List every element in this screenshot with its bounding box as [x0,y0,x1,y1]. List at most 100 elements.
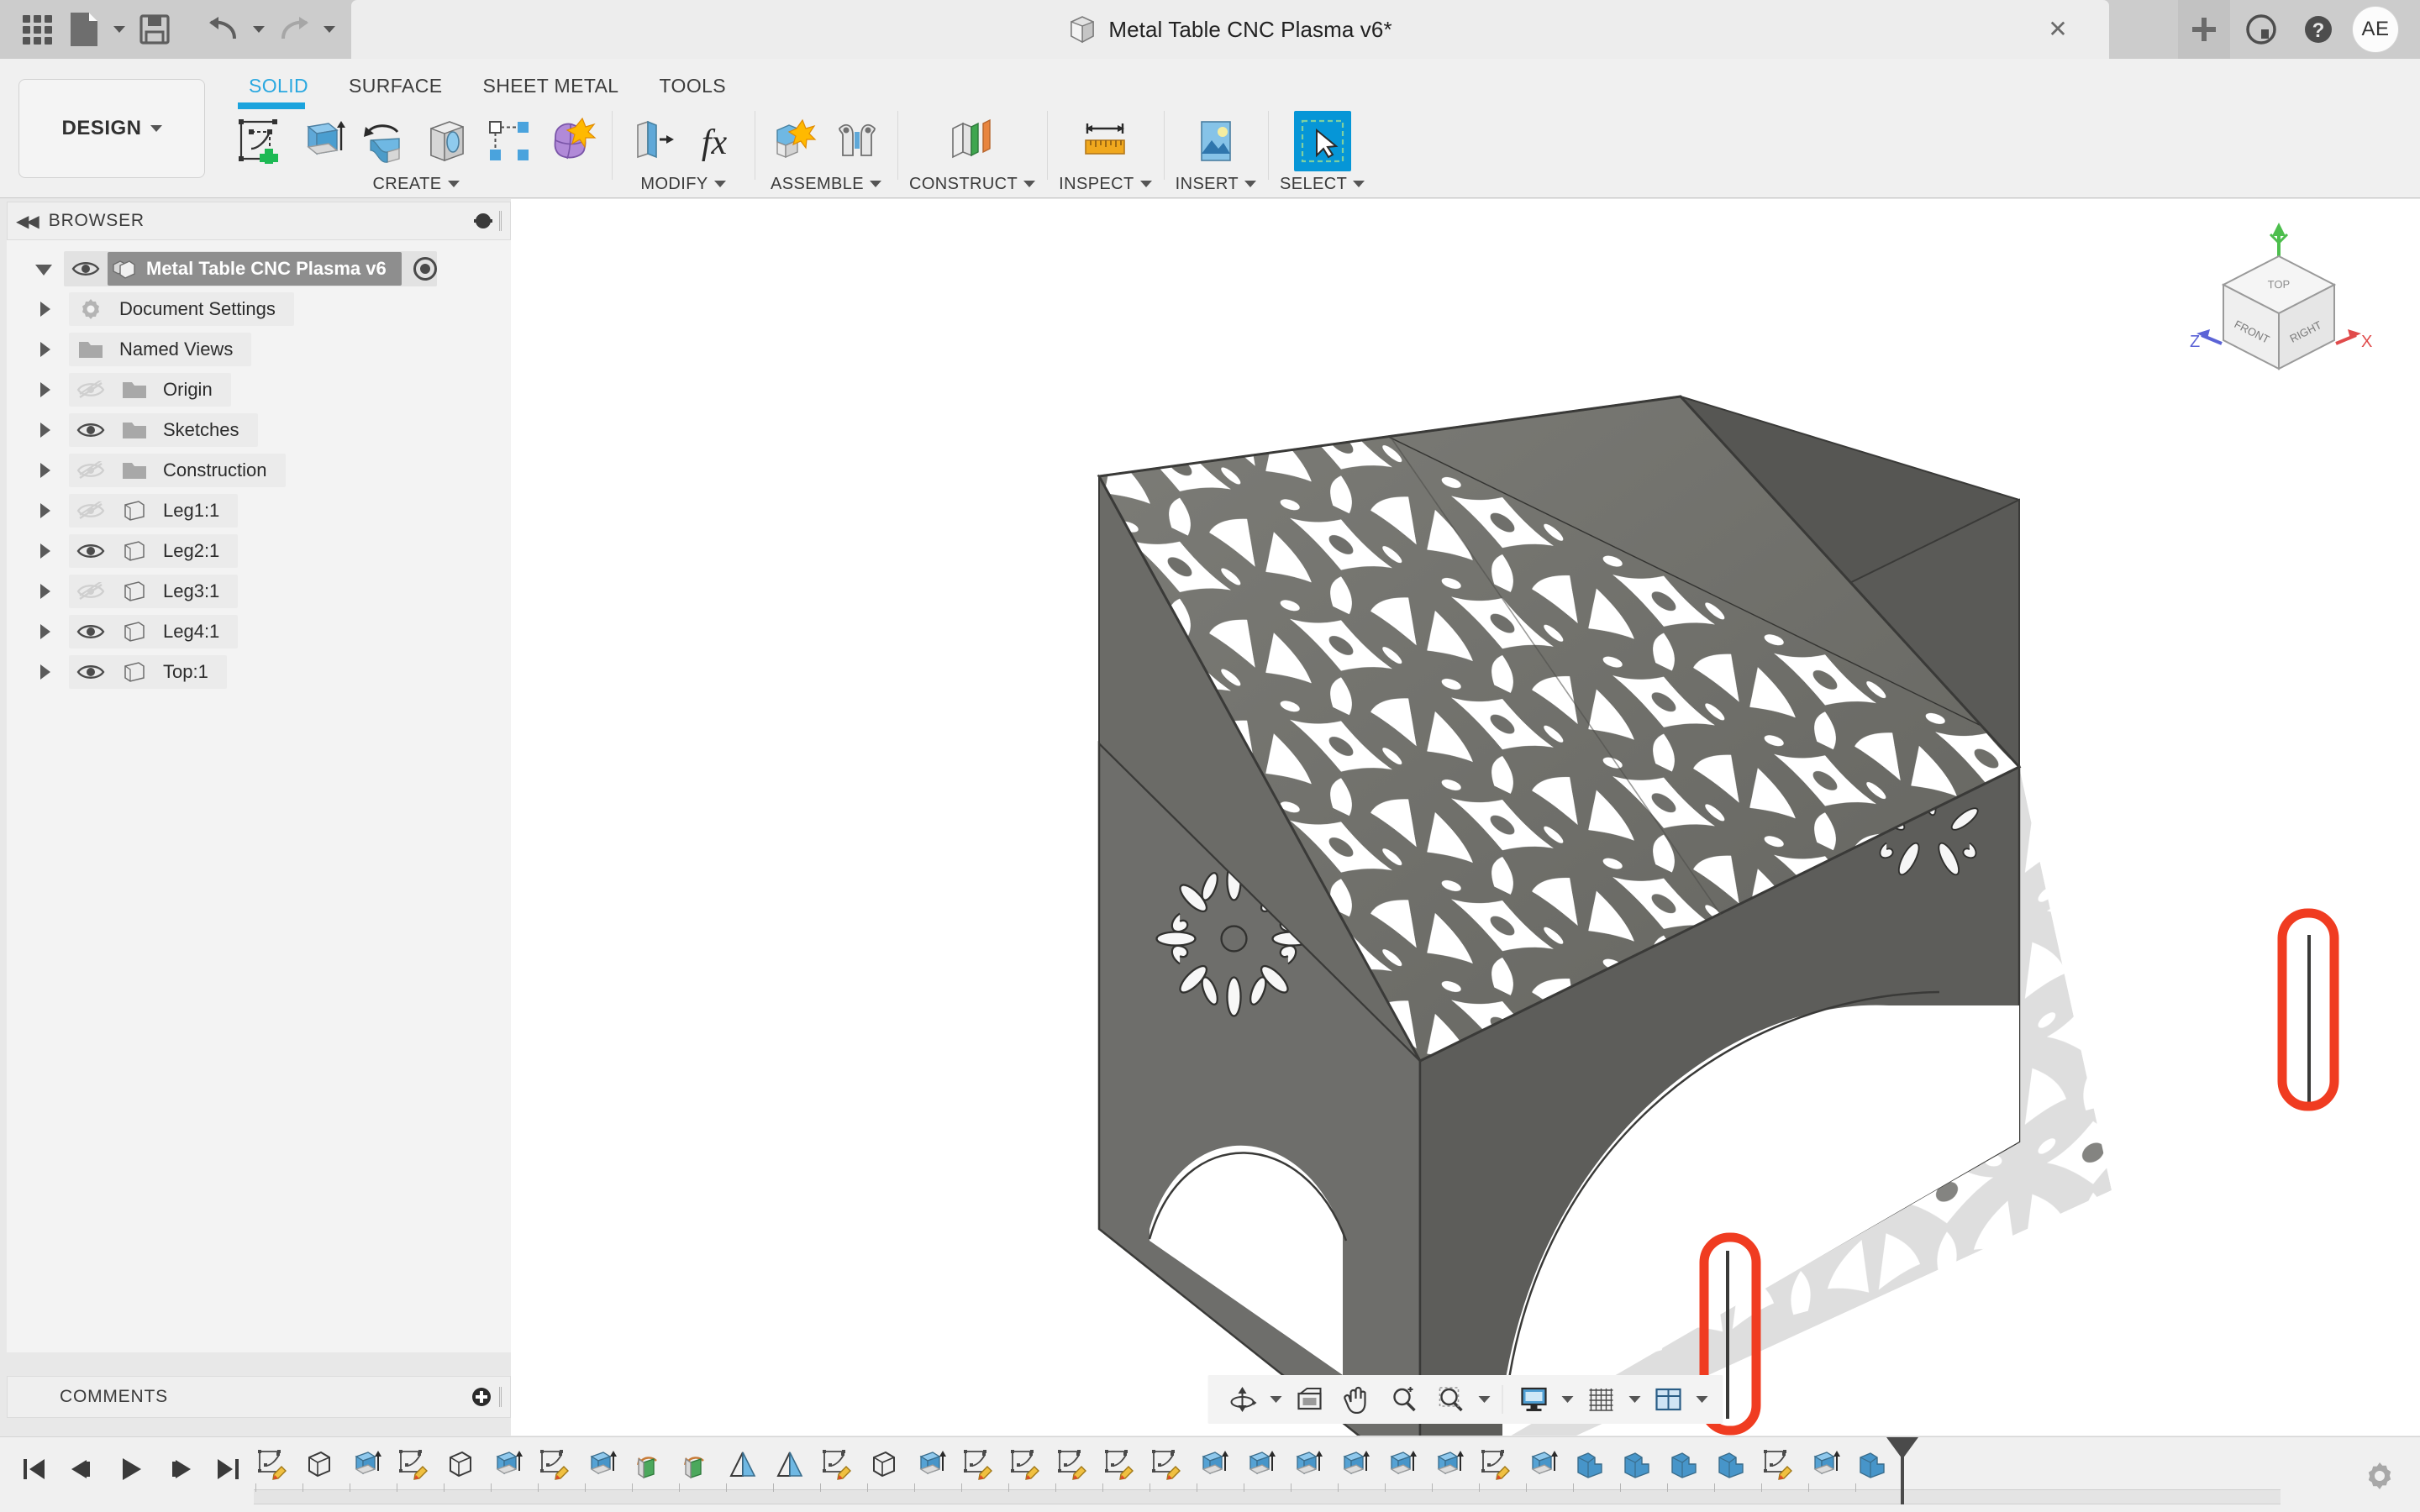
redo-icon[interactable] [272,6,316,53]
timeline-feature-sketch[interactable] [249,1442,296,1486]
timeline-feature-extrude[interactable] [1237,1442,1284,1486]
timeline-feature-extrude[interactable] [343,1442,390,1486]
timeline-track[interactable] [249,1439,2319,1509]
gear-icon[interactable] [2360,1456,2400,1496]
sidebar-item-origin[interactable]: Origin [7,370,511,410]
job-status-clock-icon[interactable] [2235,0,2287,59]
tab-surface[interactable]: SURFACE [329,67,462,104]
timeline-feature-extrude[interactable] [1802,1442,1849,1486]
timeline-feature-combine[interactable] [1660,1442,1707,1486]
timeline-feature-extrude[interactable] [1190,1442,1237,1486]
look-at-icon[interactable] [1287,1378,1333,1420]
insert-panel-label[interactable]: INSERT [1176,171,1257,197]
timeline-feature-mirror[interactable] [719,1442,766,1486]
new-tab-icon[interactable] [2178,0,2230,59]
tab-solid[interactable]: SOLID [229,67,329,104]
modify-panel-label[interactable]: MODIFY [640,171,726,197]
new-component-icon[interactable] [766,111,823,171]
sidebar-item-leg1[interactable]: Leg1:1 [7,491,511,531]
visibility-eye-off-icon[interactable] [69,461,113,480]
visibility-eye-off-icon[interactable] [69,501,113,520]
display-settings-icon[interactable] [1512,1378,1557,1420]
add-comment-icon[interactable] [472,1388,491,1406]
timeline-feature-sketch[interactable] [1143,1442,1190,1486]
visibility-eye-icon[interactable] [69,421,113,439]
timeline-feature-sketch[interactable] [531,1442,578,1486]
timeline-feature-component[interactable] [437,1442,484,1486]
expand-arrow-icon[interactable] [40,342,59,357]
step-back-icon[interactable] [62,1447,103,1491]
visibility-eye-icon[interactable] [69,663,113,681]
timeline-feature-combine[interactable] [1613,1442,1660,1486]
zoom-icon[interactable] [1381,1378,1427,1420]
timeline-feature-component[interactable] [860,1442,908,1486]
visibility-eye-off-icon[interactable] [69,582,113,601]
new-file-chevron-down-icon[interactable] [109,6,129,53]
viewports-icon[interactable] [1646,1378,1691,1420]
timeline-feature-combine[interactable] [1849,1442,1896,1486]
tab-sheet-metal[interactable]: SHEET METAL [462,67,639,104]
orbit-icon[interactable] [1220,1378,1265,1420]
visibility-eye-icon[interactable] [69,622,113,641]
joint-icon[interactable] [829,111,886,171]
create-panel-label[interactable]: CREATE [372,171,460,197]
pattern-icon[interactable] [481,111,538,171]
display-settings-chevron-down-icon[interactable] [1559,1378,1577,1420]
create-form-icon[interactable] [543,111,600,171]
save-icon[interactable] [133,6,176,53]
close-icon[interactable]: ✕ [2044,15,2072,44]
timeline-feature-sketch[interactable] [1754,1442,1802,1486]
go-to-beginning-icon[interactable] [13,1447,54,1491]
fit-chevron-down-icon[interactable] [1476,1378,1494,1420]
avatar[interactable]: AE [2349,0,2402,59]
tab-tools[interactable]: TOOLS [639,67,747,104]
tree-root-row[interactable]: Metal Table CNC Plasma v6 [7,249,511,289]
step-forward-icon[interactable] [160,1447,200,1491]
revolve-icon[interactable] [356,111,413,171]
sidebar-item-leg2[interactable]: Leg2:1 [7,531,511,571]
timeline-feature-combine[interactable] [1707,1442,1754,1486]
expand-arrow-down-icon[interactable] [35,262,54,276]
press-pull-icon[interactable] [623,111,681,171]
visibility-eye-icon[interactable] [69,542,113,560]
timeline-feature-extrude[interactable] [1425,1442,1472,1486]
comments-panel[interactable]: COMMENTS [7,1376,511,1418]
timeline-feature-sketch[interactable] [1096,1442,1143,1486]
3d-viewport[interactable]: TOP FRONT RIGHT Z X [511,199,2420,1436]
expand-arrow-icon[interactable] [40,423,59,438]
sidebar-item-document-settings[interactable]: Document Settings [7,289,511,329]
redo-chevron-down-icon[interactable] [319,6,339,53]
expand-arrow-icon[interactable] [40,503,59,518]
timeline-feature-sketch[interactable] [390,1442,437,1486]
timeline-feature-extrude[interactable] [1519,1442,1566,1486]
browser-options-icon[interactable] [474,213,492,228]
orbit-chevron-down-icon[interactable] [1267,1378,1286,1420]
expand-arrow-icon[interactable] [40,584,59,599]
expand-arrow-icon[interactable] [40,302,59,317]
visibility-eye-off-icon[interactable] [69,381,113,399]
sidebar-item-named-views[interactable]: Named Views [7,329,511,370]
grid-snap-chevron-down-icon[interactable] [1626,1378,1644,1420]
timeline-feature-combine[interactable] [1566,1442,1613,1486]
sidebar-item-leg3[interactable]: Leg3:1 [7,571,511,612]
timeline-feature-component[interactable] [296,1442,343,1486]
expand-arrow-icon[interactable] [40,382,59,397]
go-to-end-icon[interactable] [208,1447,249,1491]
expand-arrow-icon[interactable] [40,543,59,559]
grid-snap-icon[interactable] [1579,1378,1624,1420]
hole-icon[interactable] [418,111,476,171]
sidebar-item-leg4[interactable]: Leg4:1 [7,612,511,652]
offset-plane-icon[interactable] [944,111,1001,171]
play-icon[interactable] [111,1447,151,1491]
select-cursor-icon[interactable] [1293,111,1351,171]
insert-image-icon[interactable] [1187,111,1244,171]
view-cube[interactable]: TOP FRONT RIGHT Z X [2178,207,2380,401]
new-file-icon[interactable] [62,6,106,53]
construct-panel-label[interactable]: CONSTRUCT [909,171,1036,197]
fit-icon[interactable] [1428,1378,1474,1420]
timeline-feature-sketch[interactable] [955,1442,1002,1486]
change-parameters-icon[interactable]: fx [686,111,743,171]
timeline-feature-revolve[interactable] [625,1442,672,1486]
viewports-chevron-down-icon[interactable] [1693,1378,1712,1420]
create-sketch-icon[interactable] [232,111,289,171]
